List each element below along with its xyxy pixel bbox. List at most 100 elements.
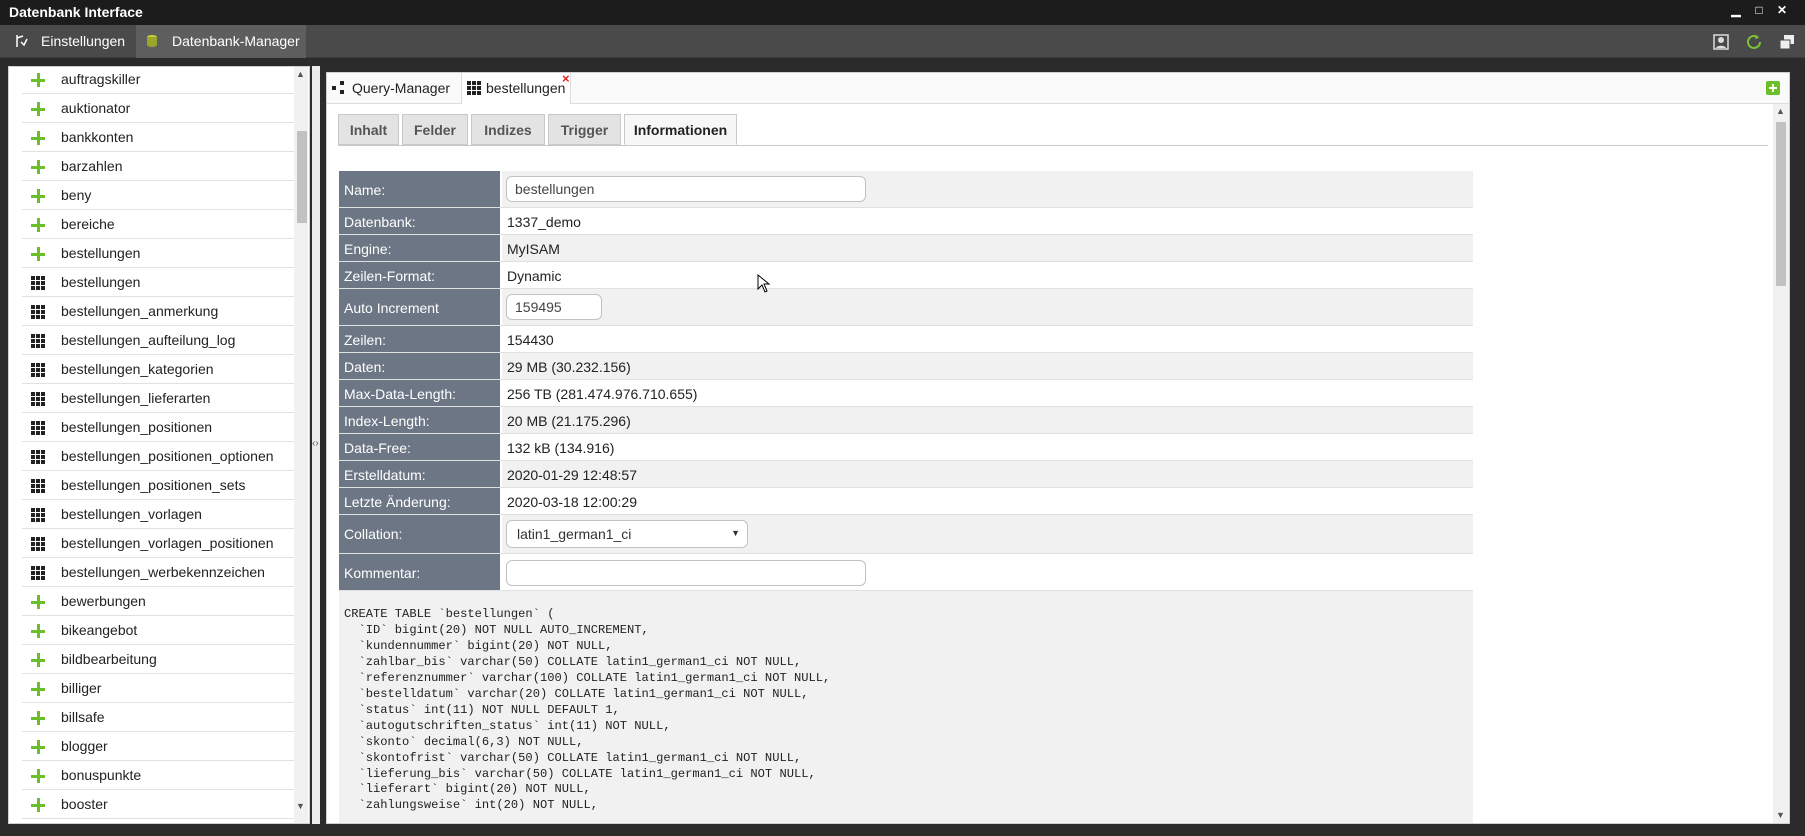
table-list-item[interactable]: auktionator [22,94,300,123]
tab-felder[interactable]: Felder [402,114,468,145]
table-list-item[interactable]: bestellungen_aufteilung_log [22,326,300,355]
table-list-panel: auftragskiller auktionator bankkonten barza… [8,66,310,824]
menu-datenbank-manager[interactable]: Datenbank-Manager [136,25,306,58]
tab-query-manager[interactable]: Query-Manager [329,73,457,104]
settings-icon [16,35,28,47]
info-row-index-length: Index-Length: 20 MB (21.175.296) [339,407,1473,434]
table-list-item-label: auktionator [61,100,131,116]
table-list-item[interactable]: auftragskiller [22,67,300,94]
plus-icon [31,769,45,783]
info-table: Name: Datenbank: 1337_demo Engine: MyISA… [339,171,1473,592]
table-list-item[interactable]: bankkonten [22,123,300,152]
table-list-item[interactable]: bestellungen [22,239,300,268]
info-key: Name: [339,171,501,207]
info-row-daten: Daten: 29 MB (30.232.156) [339,353,1473,380]
info-value: 20 MB (21.175.296) [502,407,1473,433]
collation-select[interactable]: latin1_german1_ci ▼ [506,520,748,548]
scroll-down-arrow[interactable]: ▼ [296,801,305,811]
tab-trigger[interactable]: Trigger [548,114,621,145]
table-list-item-label: bereiche [61,216,115,232]
table-list-item-label: bestellungen [61,274,141,290]
splitter-grip[interactable]: ‹› [312,438,319,449]
kommentar-input[interactable] [506,560,866,586]
table-list-item[interactable]: booster [22,790,300,819]
table-list-item[interactable]: beny [22,181,300,210]
tab-indizes[interactable]: Indizes [471,114,545,145]
plus-icon [31,160,45,174]
auto-increment-input[interactable] [506,294,602,320]
minimize-button[interactable]: ▁ [1728,3,1744,17]
scroll-up-arrow[interactable]: ▲ [1776,106,1785,116]
info-row-engine: Engine: MyISAM [339,235,1473,262]
main-scrollbar[interactable]: ▲ ▼ [1773,104,1789,823]
info-row-name: Name: [339,171,1473,208]
table-list-item-label: bestellungen_positionen_optionen [61,448,274,464]
scroll-thumb[interactable] [297,131,307,223]
scroll-thumb[interactable] [1776,122,1786,286]
table-list-item[interactable]: bestellungen_anmerkung [22,297,300,326]
refresh-icon[interactable] [1744,32,1764,52]
table-list-item[interactable]: bewerbungen [22,587,300,616]
main-panel: Query-Manager bestellungen × Inhalt Feld… [326,72,1790,824]
add-tab-icon[interactable] [1766,81,1780,95]
table-list-item[interactable]: bestellungen_kategorien [22,355,300,384]
table-list-item[interactable]: bikeangebot [22,616,300,645]
table-icon [31,392,45,406]
plus-icon [31,189,45,203]
datenbank-value: 1337_demo [507,214,581,230]
info-row-zeilen-format: Zeilen-Format: Dynamic [339,262,1473,289]
data-free-value: 132 kB (134.916) [507,440,615,456]
tab-informationen[interactable]: Informationen [624,114,737,145]
table-list-item[interactable]: bestellungen_positionen [22,413,300,442]
scroll-down-arrow[interactable]: ▼ [1776,810,1785,820]
scroll-up-arrow[interactable]: ▲ [296,69,305,79]
info-value: 154430 [502,326,1473,352]
tab-bestellungen[interactable]: bestellungen × [461,73,571,104]
table-list-item[interactable]: barzahlen [22,152,300,181]
panel-splitter[interactable]: ‹› [312,66,320,824]
table-list-item[interactable]: billsafe [22,703,300,732]
user-icon[interactable] [1711,32,1731,52]
close-tab-icon[interactable]: × [562,73,570,86]
database-icon [147,35,157,47]
info-value: 132 kB (134.916) [502,434,1473,460]
info-row-auto-increment: Auto Increment [339,289,1473,326]
table-list-item[interactable]: bonuspunkte [22,761,300,790]
table-list-item[interactable]: bestellungen_positionen_optionen [22,442,300,471]
table-list-item-label: bestellungen [61,245,141,261]
table-list-item[interactable]: bestellungen_werbekennzeichen [22,558,300,587]
tab-query-manager-label: Query-Manager [352,80,451,96]
name-input[interactable] [506,176,866,202]
table-icon [31,537,45,551]
info-row-letzte-aenderung: Letzte Änderung: 2020-03-18 12:00:29 [339,488,1473,515]
tab-inhalt[interactable]: Inhalt [338,114,399,145]
table-list-item[interactable]: blogger [22,732,300,761]
table-list-item[interactable]: bereiche [22,210,300,239]
sidebar-scrollbar[interactable]: ▲ ▼ [294,67,308,823]
info-value [502,171,1473,207]
info-key: Index-Length: [339,407,501,433]
table-list-item[interactable]: bestellungen_vorlagen_positionen [22,529,300,558]
table-list-item[interactable]: bestellungen_vorlagen [22,500,300,529]
info-value: 2020-03-18 12:00:29 [502,488,1473,514]
table-icon [31,421,45,435]
table-list-item-label: blogger [61,738,108,754]
plus-icon [31,218,45,232]
info-key: Kommentar: [339,554,501,591]
table-list-item[interactable]: bestellungen_lieferarten [22,384,300,413]
maximize-button[interactable]: □ [1751,3,1767,17]
table-list-item[interactable]: bestellungen_positionen_sets [22,471,300,500]
menu-einstellungen-label: Einstellungen [41,33,126,49]
table-list-item-label: barzahlen [61,158,123,174]
table-list-item[interactable]: billiger [22,674,300,703]
menu-einstellungen[interactable]: Einstellungen [9,25,135,58]
windows-icon[interactable] [1777,32,1797,52]
table-list-item-label: billsafe [61,709,105,725]
close-button[interactable]: ✕ [1774,3,1790,17]
table-list-item-label: auftragskiller [61,71,141,87]
query-icon [332,81,344,94]
table-list-item[interactable]: bestellungen [22,268,300,297]
plus-icon [31,711,45,725]
info-value [502,289,1473,325]
table-list-item[interactable]: bildbearbeitung [22,645,300,674]
